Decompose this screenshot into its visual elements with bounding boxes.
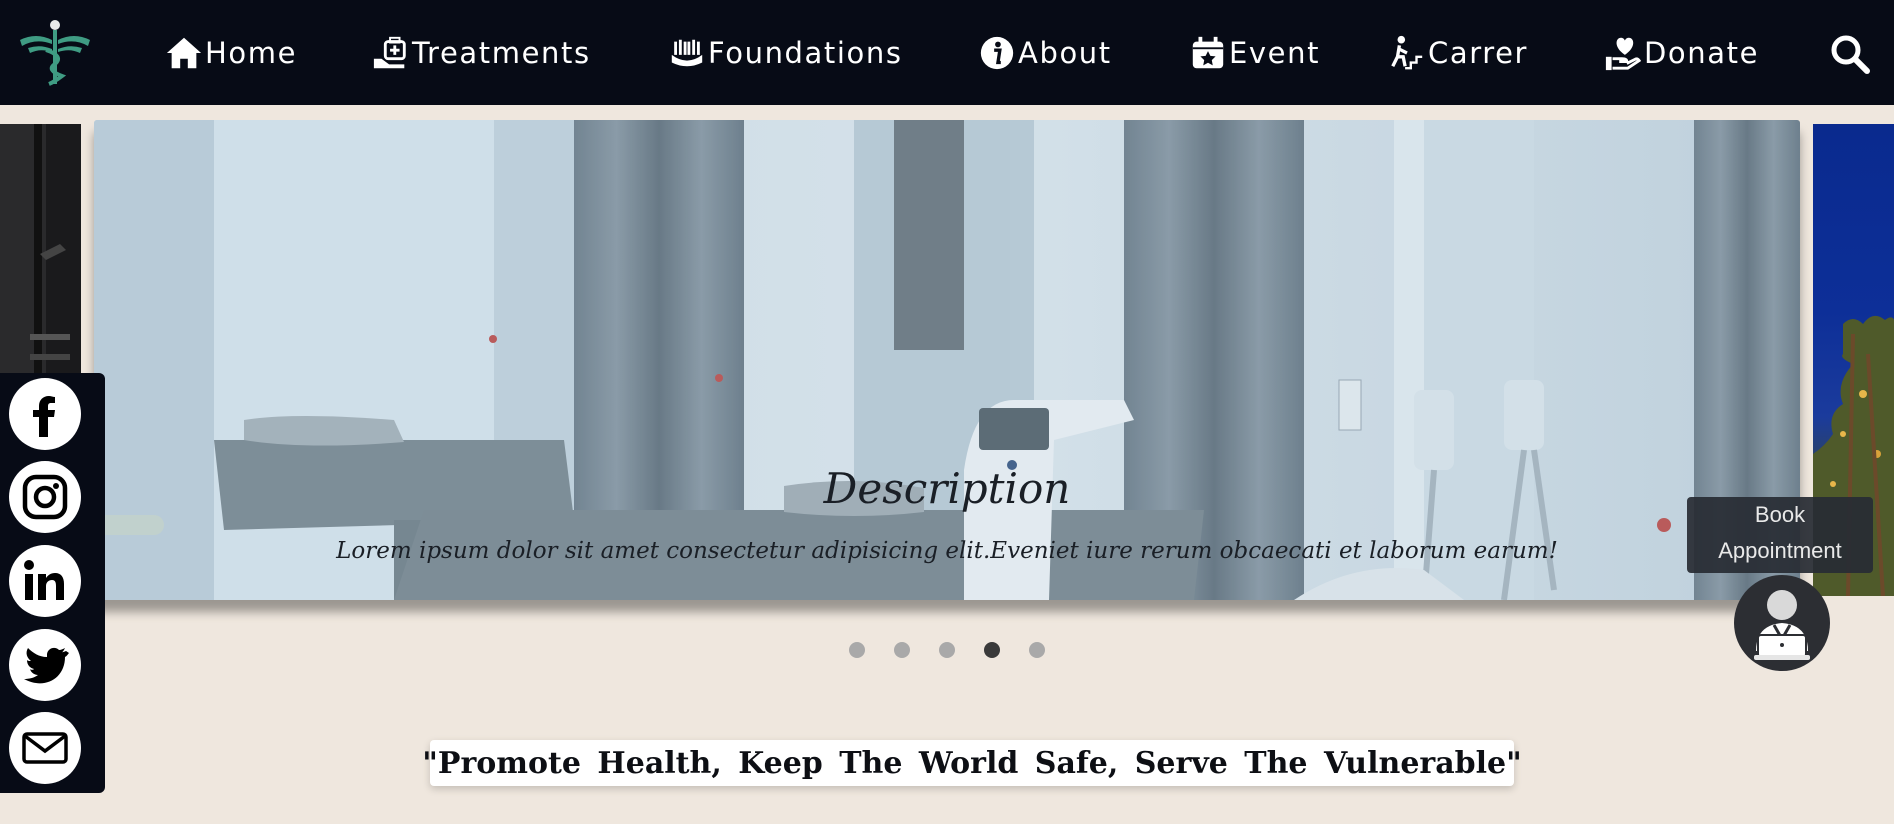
hand-heart-icon xyxy=(1605,37,1642,71)
nav-about[interactable]: About xyxy=(978,30,1112,76)
twitter-button[interactable] xyxy=(9,629,81,701)
medical-kit-hand-icon xyxy=(373,36,406,69)
hospital-room-image xyxy=(94,120,1800,600)
carousel-dot-2[interactable] xyxy=(894,642,910,658)
nav-carrer[interactable]: Carrer xyxy=(1388,30,1528,76)
instagram-icon xyxy=(22,474,68,520)
book-label-line2: Appointment xyxy=(1718,538,1842,563)
top-navbar: Home Treatments Foundations About Event … xyxy=(0,0,1894,105)
slide-caption-title: Description xyxy=(823,464,1071,513)
facebook-button[interactable] xyxy=(9,378,81,450)
nav-donate[interactable]: Donate xyxy=(1604,30,1759,76)
nav-treatments[interactable]: Treatments xyxy=(372,30,591,76)
instagram-button[interactable] xyxy=(9,461,81,533)
mail-button[interactable] xyxy=(9,712,81,784)
nav-event-label: Event xyxy=(1229,36,1321,70)
nav-foundations-label: Foundations xyxy=(708,36,903,70)
home-icon xyxy=(166,37,202,69)
book-appointment-label[interactable]: Book Appointment xyxy=(1687,497,1873,573)
nav-foundations[interactable]: Foundations xyxy=(668,30,903,76)
info-icon xyxy=(980,36,1014,70)
carousel-indicators xyxy=(849,642,1045,658)
doctor-laptop-icon xyxy=(1754,590,1810,660)
book-appointment-button[interactable] xyxy=(1734,575,1830,671)
facebook-icon xyxy=(33,396,55,437)
nav-home-label: Home xyxy=(205,36,298,70)
twitter-icon xyxy=(24,647,69,684)
carousel-dot-1[interactable] xyxy=(849,642,865,658)
linkedin-icon xyxy=(24,560,64,600)
calendar-star-icon xyxy=(1192,36,1224,69)
slide-caption-text: Lorem ipsum dolor sit amet consectetur a… xyxy=(336,538,1558,564)
carousel-dot-3[interactable] xyxy=(939,642,955,658)
tagline-quote: "Promote Health, Keep The World Safe, Se… xyxy=(422,740,1522,786)
book-label-line1: Book xyxy=(1754,502,1806,527)
search-icon[interactable] xyxy=(1830,34,1870,74)
helping-hands-icon xyxy=(671,39,703,67)
nav-about-label: About xyxy=(1018,36,1112,70)
carousel-dot-4[interactable] xyxy=(984,642,1000,658)
linkedin-button[interactable] xyxy=(9,545,81,617)
nav-home[interactable]: Home xyxy=(165,30,297,76)
nav-treatments-label: Treatments xyxy=(412,36,591,70)
caduceus-logo-icon[interactable] xyxy=(16,18,94,88)
mail-icon xyxy=(22,732,68,764)
social-sidebar xyxy=(0,373,105,793)
career-stairs-icon xyxy=(1391,35,1423,70)
carousel-active-slide: Description Lorem ipsum dolor sit amet c… xyxy=(94,120,1800,600)
nav-carrer-label: Carrer xyxy=(1428,36,1529,70)
nav-event[interactable]: Event xyxy=(1189,30,1320,76)
nav-donate-label: Donate xyxy=(1644,36,1760,70)
carousel-dot-5[interactable] xyxy=(1029,642,1045,658)
